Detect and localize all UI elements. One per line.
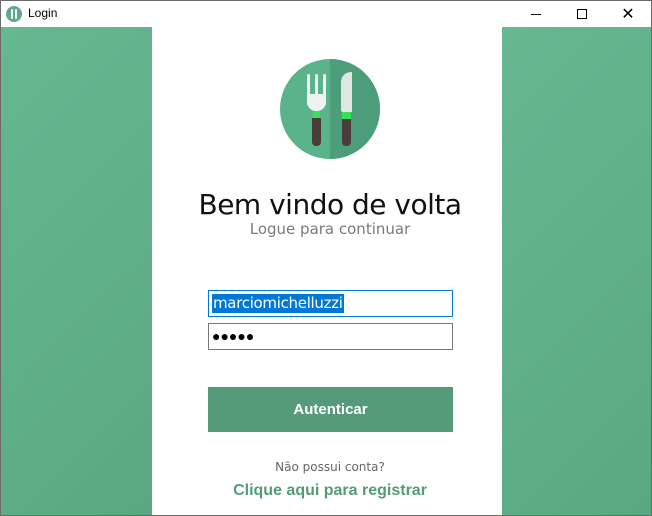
username-value: marciomichelluzzi <box>212 294 344 313</box>
close-icon: ✕ <box>621 4 635 23</box>
register-link[interactable]: Clique aqui para registrar <box>152 482 508 500</box>
fork-band <box>313 111 320 118</box>
logo-shadow <box>330 59 380 159</box>
fork-knife-icon <box>280 59 380 159</box>
knife-band <box>342 112 351 119</box>
login-window: Login ✕ Bem vindo de volta Logue para co… <box>0 0 652 516</box>
welcome-heading: Bem vindo de volta <box>198 188 462 221</box>
minimize-icon <box>531 13 541 15</box>
no-account-text: Não possui conta? <box>275 460 385 474</box>
knife-handle <box>342 119 351 146</box>
close-button[interactable]: ✕ <box>605 1 651 27</box>
fork-head <box>307 94 326 111</box>
minimize-button[interactable] <box>513 1 559 27</box>
left-decor-panel <box>1 27 152 515</box>
password-value: ●●●●● <box>212 328 255 344</box>
fork-handle <box>312 118 321 146</box>
maximize-icon <box>577 9 587 19</box>
username-input[interactable]: marciomichelluzzi <box>208 290 453 317</box>
fork-knife-icon <box>6 6 22 22</box>
welcome-subheading: Logue para continuar <box>249 220 411 238</box>
knife-blade <box>341 72 352 112</box>
login-panel: Bem vindo de volta Logue para continuar … <box>152 27 502 515</box>
maximize-button[interactable] <box>559 1 605 27</box>
window-title: Login <box>28 6 58 20</box>
title-bar[interactable]: Login ✕ <box>1 1 651 27</box>
right-decor-panel <box>502 27 651 515</box>
authenticate-button[interactable]: Autenticar <box>208 387 453 432</box>
password-input[interactable]: ●●●●● <box>208 323 453 350</box>
